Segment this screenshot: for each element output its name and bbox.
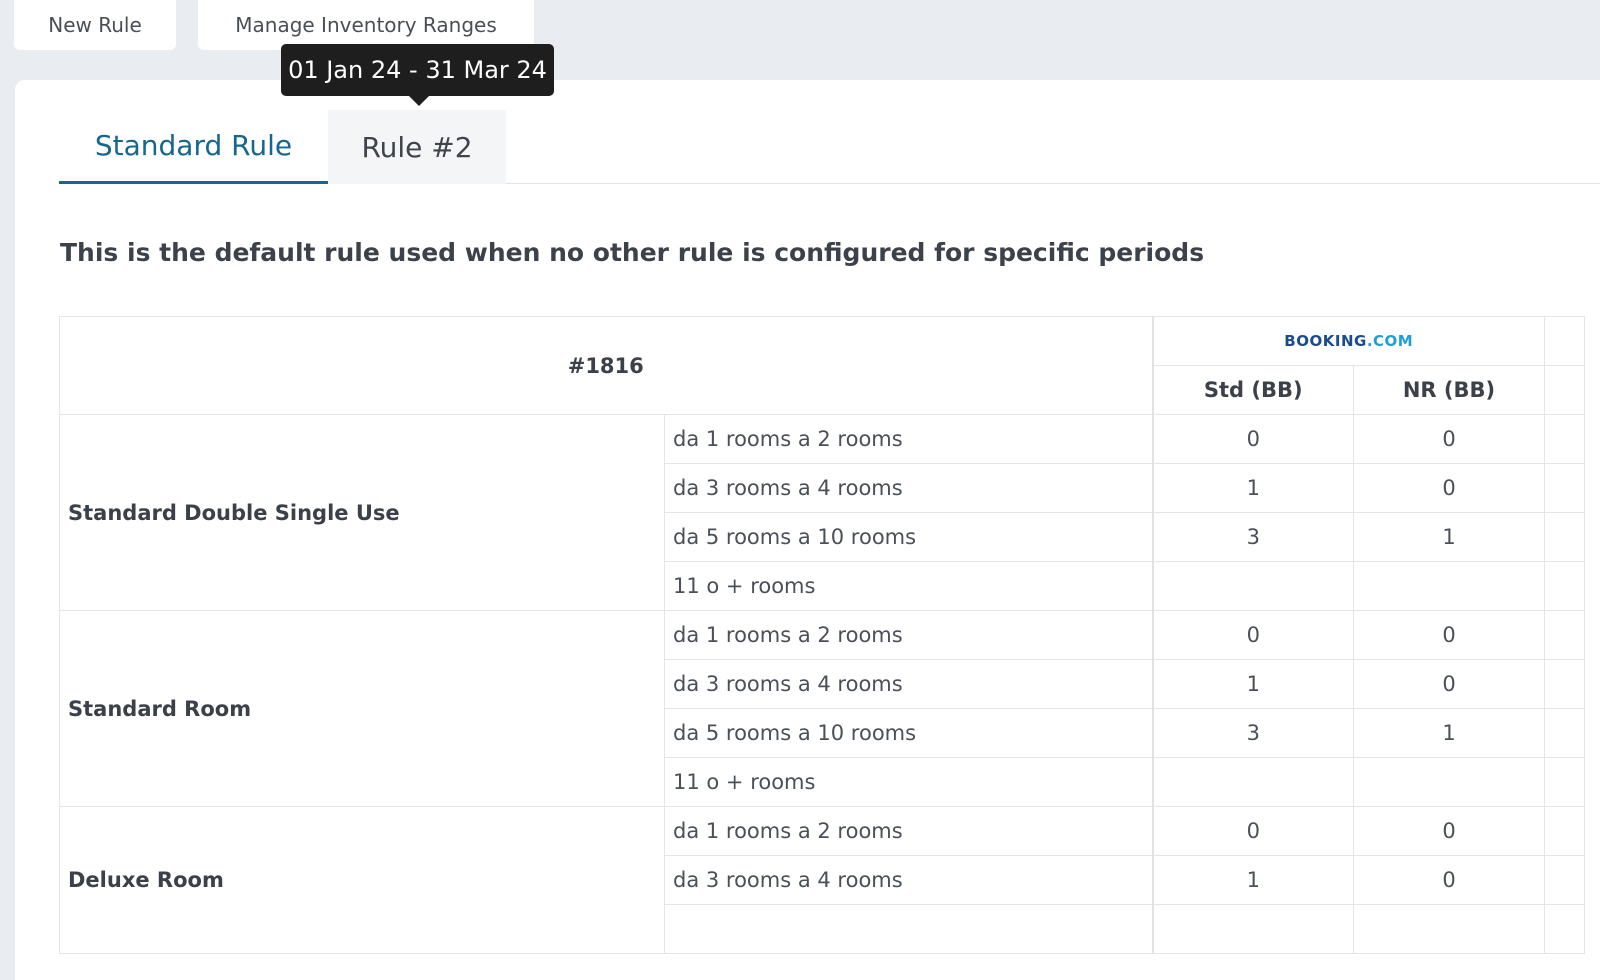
nr-bb-value[interactable]: 0 — [1353, 610, 1545, 660]
room-range — [664, 904, 1153, 954]
new-rule-button[interactable]: New Rule — [14, 0, 176, 50]
table-id-header: #1816 — [59, 316, 1153, 415]
channel-suffix: .COM — [1366, 332, 1414, 350]
extra-column-header — [1544, 316, 1585, 366]
room-range: da 3 rooms a 4 rooms — [664, 463, 1153, 513]
std-bb-value[interactable] — [1151, 561, 1354, 611]
table-row: Standard Double Single Use da 1 rooms a 2… — [59, 414, 1585, 611]
tab-rule-2[interactable]: Rule #2 — [328, 110, 506, 184]
rule-tabs: Standard Rule Rule #2 — [59, 110, 1600, 184]
room-range: da 3 rooms a 4 rooms — [664, 659, 1153, 709]
column-header-std-bb: Std (BB) — [1151, 365, 1354, 415]
nr-bb-value[interactable] — [1353, 904, 1545, 954]
column-header-nr-bb: NR (BB) — [1353, 365, 1545, 415]
extra-cell — [1544, 414, 1585, 464]
nr-bb-value[interactable]: 0 — [1353, 806, 1545, 856]
extra-cell — [1544, 708, 1585, 758]
room-type-name: Standard Double Single Use — [59, 414, 665, 611]
std-bb-value[interactable]: 1 — [1151, 855, 1354, 905]
date-range-tooltip: 01 Jan 24 - 31 Mar 24 — [281, 44, 554, 106]
manage-inventory-ranges-button[interactable]: Manage Inventory Ranges — [198, 0, 534, 50]
booking-com-logo: BOOKING.COM — [1151, 316, 1545, 366]
nr-bb-value[interactable]: 1 — [1353, 708, 1545, 758]
extra-cell — [1544, 561, 1585, 611]
std-bb-value[interactable] — [1151, 757, 1354, 807]
std-bb-value[interactable]: 1 — [1151, 463, 1354, 513]
room-type-name: Standard Room — [59, 610, 665, 807]
rule-description: This is the default rule used when no ot… — [60, 238, 1205, 267]
extra-column-subheader — [1544, 365, 1585, 415]
extra-cell — [1544, 659, 1585, 709]
extra-cell — [1544, 855, 1585, 905]
nr-bb-value[interactable]: 0 — [1353, 855, 1545, 905]
extra-cell — [1544, 512, 1585, 562]
nr-bb-value[interactable]: 0 — [1353, 659, 1545, 709]
tab-standard-rule[interactable]: Standard Rule — [59, 110, 328, 184]
channel-name: BOOKING — [1284, 332, 1367, 350]
std-bb-value[interactable]: 3 — [1151, 708, 1354, 758]
std-bb-value[interactable]: 3 — [1151, 512, 1354, 562]
extra-cell — [1544, 806, 1585, 856]
std-bb-value[interactable]: 0 — [1151, 610, 1354, 660]
extra-cell — [1544, 904, 1585, 954]
nr-bb-value[interactable]: 0 — [1353, 414, 1545, 464]
std-bb-value[interactable]: 0 — [1151, 414, 1354, 464]
extra-cell — [1544, 757, 1585, 807]
room-range: 11 o + rooms — [664, 757, 1153, 807]
table-row: Deluxe Room da 1 rooms a 2 rooms 0 0 — [59, 806, 1585, 954]
extra-cell — [1544, 610, 1585, 660]
extra-cell — [1544, 463, 1585, 513]
nr-bb-value[interactable] — [1353, 561, 1545, 611]
room-range: da 1 rooms a 2 rooms — [664, 610, 1153, 660]
nr-bb-value[interactable]: 1 — [1353, 512, 1545, 562]
room-range: da 5 rooms a 10 rooms — [664, 512, 1153, 562]
std-bb-value[interactable]: 0 — [1151, 806, 1354, 856]
room-range: da 5 rooms a 10 rooms — [664, 708, 1153, 758]
room-range: da 3 rooms a 4 rooms — [664, 855, 1153, 905]
room-range: da 1 rooms a 2 rooms — [664, 806, 1153, 856]
room-range: 11 o + rooms — [664, 561, 1153, 611]
nr-bb-value[interactable] — [1353, 757, 1545, 807]
std-bb-value[interactable]: 1 — [1151, 659, 1354, 709]
inventory-rule-table: #1816 BOOKING.COM Std (BB) NR (BB) Stand… — [59, 316, 1585, 954]
std-bb-value[interactable] — [1151, 904, 1354, 954]
table-row: Standard Room da 1 rooms a 2 rooms 0 0 — [59, 610, 1585, 807]
nr-bb-value[interactable]: 0 — [1353, 463, 1545, 513]
room-type-name: Deluxe Room — [59, 806, 665, 954]
room-range: da 1 rooms a 2 rooms — [664, 414, 1153, 464]
